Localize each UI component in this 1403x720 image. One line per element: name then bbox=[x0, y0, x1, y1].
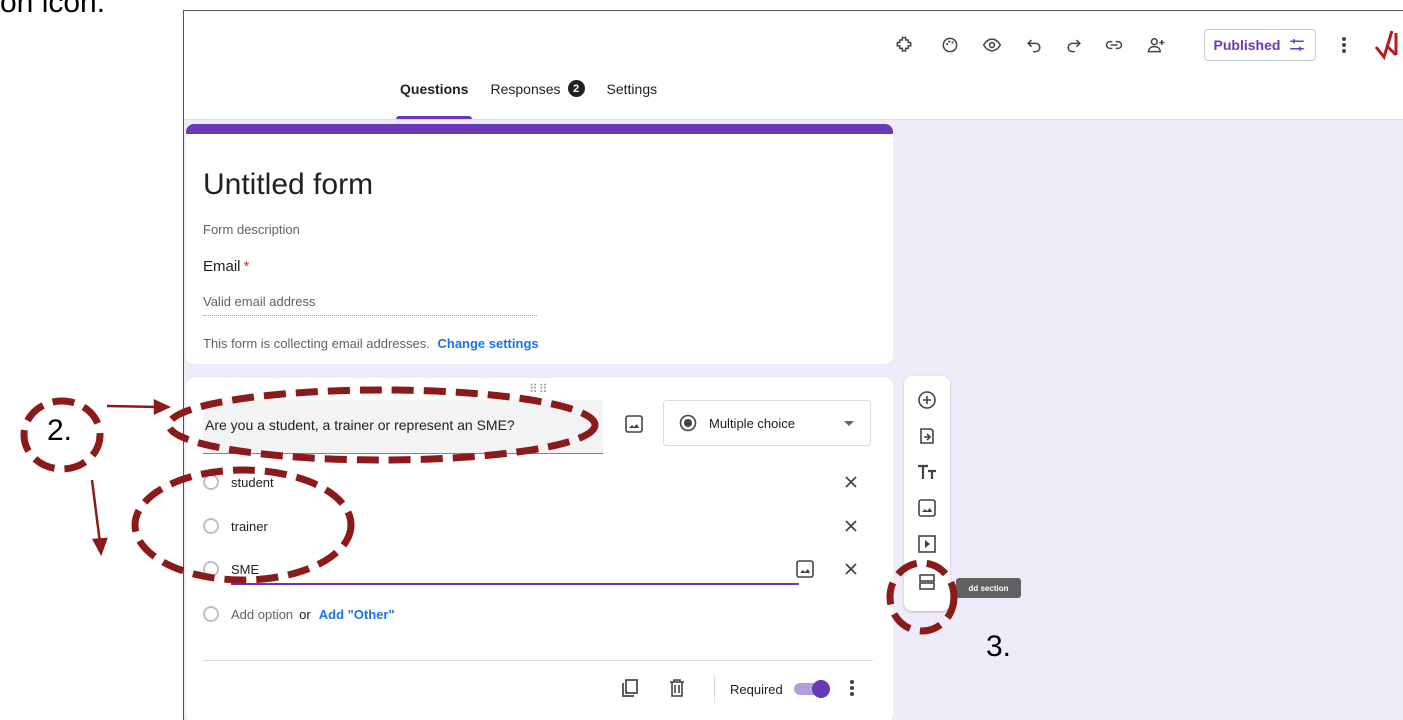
annotation-step-3: 3. bbox=[986, 630, 1012, 663]
annotation-circle-step3 bbox=[886, 559, 958, 635]
annotation-arrow-down bbox=[90, 479, 102, 544]
arrow-head-icon bbox=[153, 399, 171, 415]
annotation-arrow-right bbox=[106, 404, 159, 409]
annotation-overlay bbox=[20, 386, 958, 635]
annotation-step-2: 2. bbox=[47, 414, 73, 447]
annotation-ellipse-options bbox=[131, 466, 355, 584]
annotation-ellipse-question-title bbox=[165, 386, 599, 464]
arrow-head-icon bbox=[91, 537, 108, 557]
